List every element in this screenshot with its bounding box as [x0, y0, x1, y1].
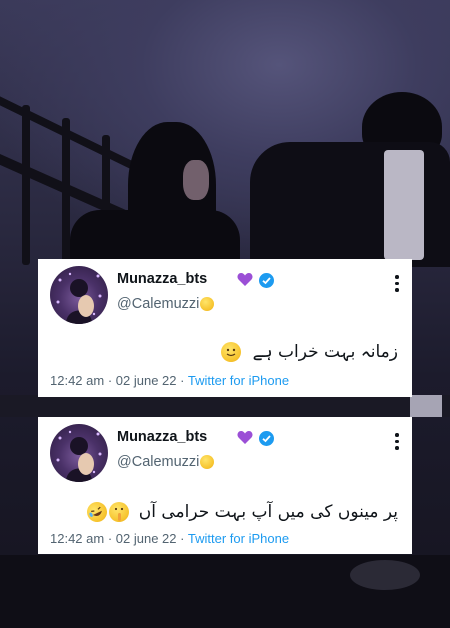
shushing-face-icon	[109, 502, 130, 522]
pleading-face-icon	[200, 297, 215, 312]
bottom-shoe	[350, 560, 420, 590]
pleading-face-icon	[200, 455, 215, 470]
meta-separator: ·	[180, 373, 185, 388]
tweet-text-content: زمانہ بہت خراب ہے	[252, 342, 398, 362]
meta-separator: ·	[107, 373, 113, 388]
verified-badge-icon	[259, 273, 274, 288]
tweet-text-content: پر مینوں کی میں آپ بہت حرامی آں	[138, 502, 398, 522]
user-handle[interactable]: @Calemuzzi	[117, 454, 215, 470]
avatar[interactable]	[50, 266, 108, 324]
tweet-source-link[interactable]: Twitter for iPhone	[188, 373, 289, 388]
tweet-meta: 12:42 am · 02 june 22 · Twitter for iPho…	[50, 373, 289, 388]
person-right-shirt	[384, 150, 424, 260]
tweet-time: 12:42 am	[50, 373, 105, 388]
verified-badge-icon	[259, 431, 274, 446]
meta-separator: ·	[107, 531, 113, 546]
purple-heart-icon	[237, 430, 253, 449]
meta-separator: ·	[180, 531, 185, 546]
tweet-card[interactable]: Munazza_bts @Calemuzzi زمانہ بہت خراب ہے…	[38, 259, 412, 397]
more-options-icon[interactable]	[395, 275, 399, 295]
more-options-icon[interactable]	[395, 433, 399, 453]
purple-heart-icon	[237, 272, 253, 291]
display-name[interactable]: Munazza_bts	[117, 429, 207, 445]
tweet-meta: 12:42 am · 02 june 22 · Twitter for iPho…	[50, 531, 289, 546]
stair-post	[62, 118, 70, 268]
tweet-time: 12:42 am	[50, 531, 105, 546]
tweet-text: زمانہ بہت خراب ہے	[221, 341, 398, 362]
person-left-face	[183, 160, 209, 200]
slightly-smiling-face-icon	[221, 342, 242, 362]
handle-text: @Calemuzzi	[117, 454, 200, 470]
display-name[interactable]: Munazza_bts	[117, 271, 207, 287]
avatar[interactable]	[50, 424, 108, 482]
handle-text: @Calemuzzi	[117, 296, 200, 312]
tweet-date: 02 june 22	[115, 531, 177, 546]
tweet-source-link[interactable]: Twitter for iPhone	[188, 531, 289, 546]
tweet-card[interactable]: Munazza_bts @Calemuzzi پر مینوں کی میں آ…	[38, 417, 412, 554]
rolling-on-floor-laughing-icon	[84, 498, 111, 526]
user-handle[interactable]: @Calemuzzi	[117, 296, 215, 312]
stair-post	[22, 105, 30, 265]
lower-stairs	[0, 395, 450, 417]
tweet-date: 02 june 22	[115, 373, 177, 388]
tweet-text: پر مینوں کی میں آپ بہت حرامی آں	[84, 498, 398, 526]
person-right-shirt-lower	[410, 395, 442, 417]
